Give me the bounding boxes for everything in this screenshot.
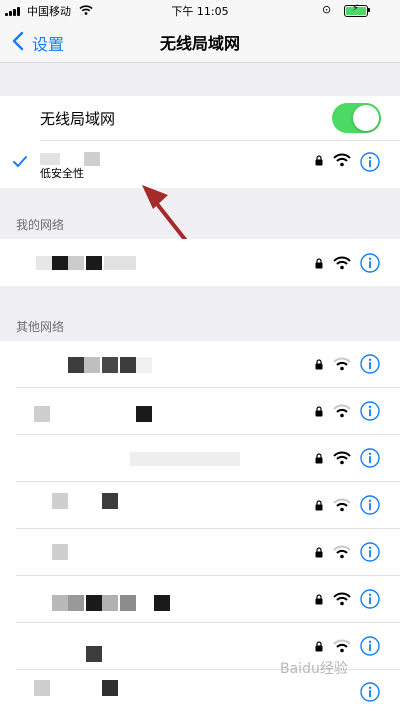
redacted-ssid bbox=[102, 357, 118, 373]
wifi-strength-icon bbox=[333, 545, 351, 559]
lock-icon bbox=[315, 547, 323, 558]
page-title: 无线局域网 bbox=[159, 34, 240, 53]
info-icon[interactable] bbox=[360, 152, 380, 172]
status-bar: 中国移动 下午 11:05 ⊙ ⚡ bbox=[0, 0, 400, 20]
info-icon[interactable] bbox=[360, 448, 380, 468]
wifi-strength-icon bbox=[333, 153, 351, 167]
status-time: 下午 11:05 bbox=[171, 5, 229, 18]
redacted-ssid bbox=[68, 357, 84, 373]
rotation-lock-icon: ⊙ bbox=[322, 3, 332, 16]
redacted-ssid bbox=[102, 595, 118, 611]
info-icon[interactable] bbox=[360, 636, 380, 656]
redacted-ssid bbox=[102, 493, 118, 509]
info-icon[interactable] bbox=[360, 495, 380, 515]
redacted-ssid bbox=[86, 256, 102, 270]
redacted-ssid bbox=[40, 153, 60, 165]
redacted-ssid bbox=[86, 595, 102, 611]
redacted-ssid bbox=[130, 452, 240, 466]
redacted-ssid bbox=[52, 493, 68, 509]
wifi-strength-icon bbox=[333, 357, 351, 371]
redacted-ssid bbox=[34, 406, 50, 422]
redacted-ssid bbox=[84, 357, 100, 373]
separator bbox=[40, 140, 400, 141]
info-icon[interactable] bbox=[360, 253, 380, 273]
lock-icon bbox=[315, 258, 323, 269]
redacted-ssid bbox=[52, 544, 68, 560]
info-icon[interactable] bbox=[360, 682, 380, 702]
redacted-ssid bbox=[86, 646, 102, 662]
lock-icon bbox=[315, 453, 323, 464]
redacted-ssid bbox=[52, 256, 68, 270]
redacted-ssid bbox=[68, 256, 84, 270]
section-header-my-networks: 我的网络 bbox=[16, 218, 65, 232]
wifi-toggle[interactable] bbox=[332, 103, 381, 133]
wifi-strength-icon bbox=[333, 639, 351, 653]
lock-icon bbox=[315, 406, 323, 417]
lock-icon bbox=[315, 500, 323, 511]
redacted-ssid bbox=[34, 680, 50, 696]
redacted-ssid bbox=[68, 595, 84, 611]
redacted-ssid bbox=[84, 152, 100, 166]
lock-icon bbox=[315, 359, 323, 370]
info-icon[interactable] bbox=[360, 589, 380, 609]
redacted-ssid bbox=[120, 357, 136, 373]
redacted-ssid bbox=[136, 406, 152, 422]
redacted-ssid bbox=[52, 595, 68, 611]
info-icon[interactable] bbox=[360, 401, 380, 421]
navigation-bar: 设置 无线局域网 bbox=[0, 20, 400, 63]
checkmark-icon bbox=[13, 156, 27, 167]
redacted-ssid bbox=[104, 256, 136, 270]
redacted-ssid bbox=[136, 357, 152, 373]
wifi-strength-icon bbox=[333, 592, 351, 606]
info-icon[interactable] bbox=[360, 354, 380, 374]
lock-icon bbox=[315, 155, 323, 166]
section-header-other-networks: 其他网络 bbox=[16, 320, 65, 334]
wifi-strength-icon bbox=[333, 404, 351, 418]
network-security-subtitle: 低安全性 bbox=[40, 167, 84, 180]
lock-icon bbox=[315, 641, 323, 652]
wifi-strength-icon bbox=[333, 451, 351, 465]
battery-icon: ⚡ bbox=[344, 3, 368, 17]
wifi-toggle-label: 无线局域网 bbox=[40, 110, 116, 128]
redacted-ssid bbox=[120, 595, 136, 611]
redacted-ssid bbox=[102, 680, 118, 696]
wifi-strength-icon bbox=[333, 256, 351, 270]
redacted-ssid bbox=[36, 256, 52, 270]
battery-tip bbox=[368, 8, 370, 12]
watermark: Baidu经验 bbox=[280, 661, 348, 677]
info-icon[interactable] bbox=[360, 542, 380, 562]
redacted-ssid bbox=[154, 595, 170, 611]
wifi-strength-icon bbox=[333, 498, 351, 512]
lock-icon bbox=[315, 594, 323, 605]
